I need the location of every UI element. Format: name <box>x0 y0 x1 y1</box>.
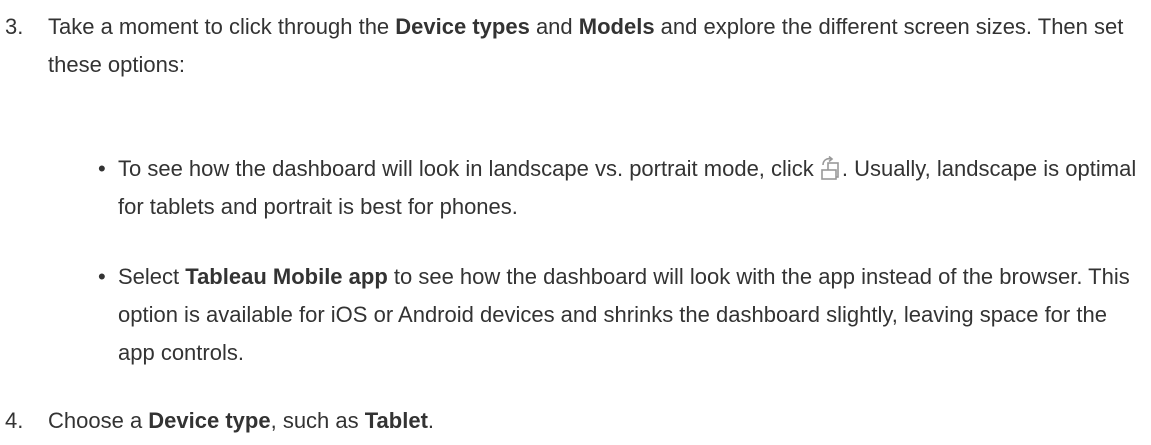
step-number: 4. <box>5 408 24 433</box>
step-4-text-part: Choose a <box>48 408 149 433</box>
models-label: Models <box>578 14 655 39</box>
device-type-label: Device type <box>148 408 271 433</box>
tablet-label: Tablet <box>364 408 428 433</box>
bullet-marker: • <box>98 156 106 181</box>
bullet-mobile-app-text: Select Tableau Mobile app to see how the… <box>118 258 1138 372</box>
bullet-text-part: To see how the dashboard will look in la… <box>118 156 820 181</box>
bullet-marker: • <box>98 264 106 289</box>
step-3-text: Take a moment to click through the Devic… <box>48 8 1146 84</box>
step-4-text-part: , such as <box>270 408 365 433</box>
rotate-screen-icon <box>820 154 842 180</box>
tableau-mobile-app-label: Tableau Mobile app <box>185 264 388 289</box>
bullet-orientation-text: To see how the dashboard will look in la… <box>118 150 1138 226</box>
step-4-text: Choose a Device type, such as Tablet. <box>48 402 1146 440</box>
step-3-text-part: and <box>529 14 579 39</box>
device-types-label: Device types <box>395 14 530 39</box>
step-number: 3. <box>5 14 24 39</box>
bullet-text-part: Select <box>118 264 186 289</box>
step-4-text-part: . <box>427 408 435 433</box>
step-3-text-part: Take a moment to click through the <box>48 14 396 39</box>
